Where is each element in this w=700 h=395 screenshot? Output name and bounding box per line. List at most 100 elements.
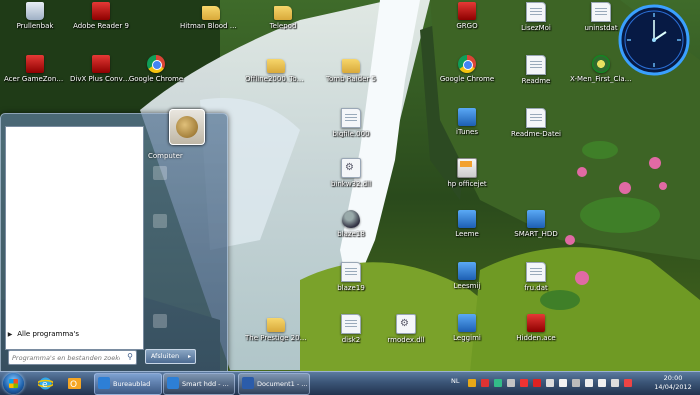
desktop-shortcut-label: iTunes (456, 128, 478, 136)
desktop-shortcut[interactable]: rmodex.dll (375, 314, 437, 344)
network-icon[interactable] (585, 379, 593, 387)
desktop-shortcut-label: binkw32.dll (330, 180, 372, 188)
volume-icon[interactable] (598, 379, 606, 387)
desktop-shortcut[interactable]: blaze19 (320, 262, 382, 292)
desktop-shortcut-label: Readme (521, 77, 551, 85)
desktop-shortcut[interactable]: LisezMoi (505, 2, 567, 32)
shutdown-options-button[interactable]: ▸ (184, 349, 196, 364)
start-menu-computer-link[interactable]: Computer (148, 152, 183, 160)
user-picture[interactable] (169, 109, 205, 145)
start-search-input[interactable] (9, 351, 123, 364)
desktop-shortcut-label: DivX Plus Converter (70, 75, 132, 83)
tray-app-icon[interactable] (507, 379, 515, 387)
desktop-shortcut-label: Leeme (455, 230, 479, 238)
desktop-shortcut-label: disk2 (341, 336, 361, 344)
folder-icon (274, 6, 292, 20)
desktop-shortcut[interactable]: DivX Plus Converter (70, 55, 132, 83)
document-icon (458, 314, 476, 332)
desktop-shortcut[interactable]: Offline2000_Tomb.pp (245, 55, 307, 83)
pinned-outlook[interactable]: O (62, 373, 88, 394)
desktop-shortcut-label: Tomb Raider 5 (325, 75, 377, 83)
desktop-shortcut[interactable]: Leeme (436, 210, 498, 238)
desktop-shortcut-label: Adobe Reader 9 (73, 22, 129, 30)
start-menu-item-icon[interactable] (153, 214, 167, 228)
tray-app-icon[interactable] (559, 379, 567, 387)
document-icon (341, 314, 361, 334)
desktop-shortcut[interactable]: iTunes (436, 108, 498, 136)
gamezone-icon (26, 55, 44, 73)
desktop-shortcut[interactable]: bigfile.000 (320, 108, 382, 138)
desktop-shortcut-label: Leggimi (453, 334, 481, 342)
tray-app-icon[interactable] (546, 379, 554, 387)
svg-text:e: e (42, 380, 48, 390)
internet-explorer-icon: e (38, 377, 53, 390)
desktop-shortcut[interactable]: Leesmij (436, 262, 498, 290)
folder-icon (342, 59, 360, 73)
svg-text:O: O (70, 380, 77, 390)
dvx-icon (92, 55, 110, 73)
document-icon (526, 2, 546, 22)
shutdown-button[interactable]: Afsluiten (145, 349, 185, 364)
pinned-internet-explorer[interactable]: e (33, 373, 59, 394)
system-tray: NL (448, 372, 648, 395)
desktop-shortcut[interactable]: Prullenbak (4, 2, 66, 30)
document-icon (591, 2, 611, 22)
desktop-shortcut[interactable]: Adobe Reader 9 (70, 2, 132, 30)
tray-app-icon[interactable] (520, 379, 528, 387)
task-smart-hdd[interactable]: Smart hdd - ... (163, 373, 235, 395)
desktop-shortcut-label: Acer GameZone Console (4, 75, 66, 83)
desktop-shortcut[interactable]: Google Chrome (125, 55, 187, 83)
action-center-icon[interactable] (624, 379, 632, 387)
shortcut-icon (202, 6, 220, 20)
desktop-shortcut[interactable]: SMART_HDD (505, 210, 567, 238)
desktop-shortcut[interactable]: Tomb Raider 5 (320, 55, 382, 83)
language-indicator[interactable]: NL (451, 377, 459, 385)
desktop-shortcut-label: fru.dat (524, 284, 548, 292)
clock-time: 20:00 (663, 374, 683, 382)
desktop-shortcut[interactable]: blaze18 (320, 210, 382, 238)
tray-app-icon[interactable] (468, 379, 476, 387)
desktop-shortcut[interactable]: Readme (505, 55, 567, 85)
winrar-icon (527, 314, 545, 332)
clock-date: 14/04/2012 (654, 383, 692, 391)
desktop-shortcut-label: Google Chrome (439, 75, 495, 83)
tray-app-icon[interactable] (494, 379, 502, 387)
tray-app-icon[interactable] (533, 379, 541, 387)
desktop-shortcut-label: Telepod (269, 22, 297, 30)
search-icon: ⚲ (127, 352, 133, 361)
desktop-shortcut[interactable]: Hitman Blood Mon... (180, 2, 242, 30)
desktop-shortcut[interactable]: fru.dat (505, 262, 567, 292)
desktop-shortcut-label: blaze18 (337, 230, 365, 238)
all-programs-link[interactable]: ▶ Alle programma's (5, 327, 135, 341)
desktop-shortcut[interactable]: The Prestige 2006 D... (245, 314, 307, 342)
start-menu-item-icon[interactable] (153, 314, 167, 328)
desktop-shortcut[interactable]: Leggimi (436, 314, 498, 342)
task-bureaublad[interactable]: Bureaublad (94, 373, 162, 395)
tray-app-icon[interactable] (481, 379, 489, 387)
desktop-shortcut-label: Google Chrome (128, 75, 184, 83)
desktop-shortcut-label: hp officejet (447, 180, 487, 188)
chrome-icon (458, 55, 476, 73)
document-icon (341, 262, 361, 282)
document-icon (526, 55, 546, 75)
desktop-shortcut[interactable]: disk2 (320, 314, 382, 344)
folder-icon (267, 318, 285, 332)
desktop-shortcut[interactable]: Hidden.ace (505, 314, 567, 342)
desktop-shortcut[interactable]: Acer GameZone Console (4, 55, 66, 83)
power-icon[interactable] (611, 379, 619, 387)
start-search-box[interactable]: ⚲ (8, 350, 137, 365)
desktop-shortcut[interactable]: binkw32.dll (320, 158, 382, 188)
desktop-shortcut[interactable]: GRGO (436, 2, 498, 30)
desktop-shortcut[interactable]: Google Chrome (436, 55, 498, 83)
desktop-shortcut[interactable]: hp officejet (436, 158, 498, 188)
start-button[interactable] (3, 373, 24, 394)
desktop-shortcut-label: rmodex.dll (387, 336, 425, 344)
desktop-shortcut[interactable]: Readme-Datei (505, 108, 567, 138)
tray-app-icon[interactable] (572, 379, 580, 387)
document-icon (458, 210, 476, 228)
start-menu-item-icon[interactable] (153, 166, 167, 180)
taskbar-clock[interactable]: 20:00 14/04/2012 (650, 374, 696, 392)
task-word-document[interactable]: Document1 - ... (238, 373, 310, 395)
desktop-shortcut[interactable]: Telepod (252, 2, 314, 30)
clock-gadget[interactable] (618, 4, 690, 76)
